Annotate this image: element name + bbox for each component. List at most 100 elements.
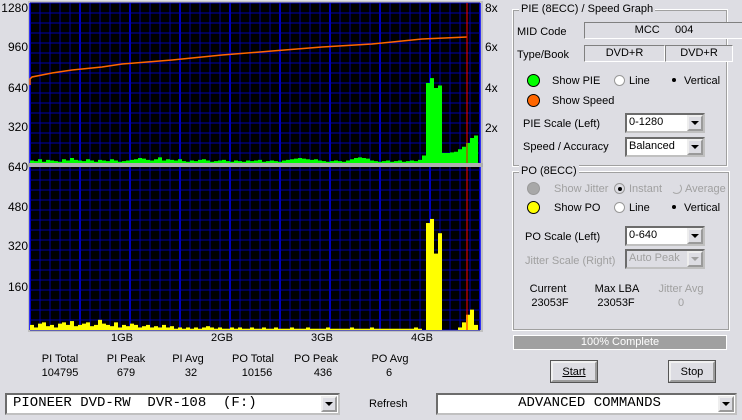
start-button[interactable]: Start [550,360,598,383]
data-bar [382,328,386,330]
data-bar [434,88,438,163]
show-pie-label: Show PIE [552,75,601,87]
show-pie-toggle[interactable] [527,74,540,87]
data-bar [90,160,94,163]
data-bar [126,160,130,163]
chevron-down-icon[interactable] [718,396,734,412]
data-bar [230,327,234,330]
data-bar [470,138,474,163]
data-bar [378,161,382,163]
stat-value: 679 [116,367,136,379]
chevron-down-icon[interactable] [321,396,337,412]
data-bar [134,324,138,330]
data-bar [346,160,350,163]
data-bar [118,327,122,330]
data-bar [182,161,186,163]
data-bar [118,161,122,163]
data-bar [310,159,314,163]
po-line-radio[interactable] [614,202,625,213]
data-bar [38,323,42,330]
chevron-down-icon[interactable] [687,139,703,155]
jitter-average-radio[interactable] [671,183,682,194]
data-bar [386,160,390,163]
pie-vertical-radio[interactable] [669,75,680,86]
right-tick: 2x [485,121,498,135]
data-bar [226,161,230,163]
data-bar [330,328,334,330]
pie-scale-select[interactable]: 0-1280 [625,113,705,133]
refresh-button[interactable]: Refresh [369,398,408,410]
stop-button[interactable]: Stop [668,360,716,383]
data-bar [78,160,82,163]
data-bar [62,159,66,163]
data-bar [242,161,246,163]
data-bar [474,324,478,330]
show-po-toggle[interactable] [527,201,540,214]
data-bar [150,160,154,163]
data-bar [322,161,326,163]
mid-code-label: MID Code [517,26,567,38]
data-bar [46,159,50,163]
data-bar [246,160,250,163]
show-speed-toggle[interactable] [527,94,540,107]
data-bar [106,161,110,163]
jitter-average-label: Average [685,183,726,195]
type-book-label: Type/Book [517,49,569,61]
data-bar [458,149,462,163]
left-tick: 480 [7,200,28,214]
data-bar [74,326,78,330]
jitter-instant-radio[interactable] [614,183,625,194]
right-tick: 6x [485,40,498,54]
left-tick: 1280 [1,1,28,15]
chevron-down-icon[interactable] [687,251,703,267]
data-bar [134,159,138,163]
data-bar [322,328,326,330]
data-bar [422,155,426,163]
data-bar [58,161,62,163]
data-bar [314,328,318,330]
chevron-down-icon[interactable] [687,228,703,244]
show-jitter-toggle[interactable] [527,182,540,195]
data-bar [278,161,282,163]
data-bar [290,327,294,330]
plot-background [30,167,480,330]
data-bar [358,328,362,330]
pie-line-radio[interactable] [614,75,625,86]
x-tick: 2GB [210,332,234,344]
data-bar [174,328,178,330]
x-tick: 1GB [110,332,134,344]
data-bar [62,322,66,330]
stat-label: PO Peak [293,353,339,365]
data-bar [146,159,150,163]
stat-value: 104795 [41,367,79,379]
data-bar [210,327,214,330]
max-lba-value: 23053F [597,297,635,309]
data-bar [406,328,410,330]
data-bar [102,160,106,163]
accuracy-select[interactable]: Balanced [625,137,705,157]
data-bar [154,326,158,330]
disc-type-value: DVD+R [584,45,665,62]
data-bar [234,160,238,163]
drive-select[interactable]: PIONEER DVD-RW DVR-108 (F:) [5,393,340,415]
data-bar [342,328,346,330]
po-scale-select[interactable]: 0-640 [625,226,705,246]
po-vertical-radio[interactable] [669,202,680,213]
data-bar [154,159,158,163]
data-bar [270,328,274,330]
pie-vertical-label: Vertical [684,75,721,87]
advanced-commands-select[interactable]: ADVANCED COMMANDS [436,393,737,415]
chevron-down-icon[interactable] [687,115,703,131]
data-bar [190,160,194,163]
data-bar [142,326,146,330]
data-bar [338,161,342,163]
data-bar [210,161,214,163]
right-tick: 8x [485,1,498,15]
data-bar [394,161,398,163]
jitter-scale-select[interactable]: Auto Peak [625,249,705,269]
show-speed-label: Show Speed [552,95,615,107]
data-bar [282,160,286,163]
data-bar [306,327,310,330]
data-bar [102,323,106,330]
data-bar [398,160,402,163]
